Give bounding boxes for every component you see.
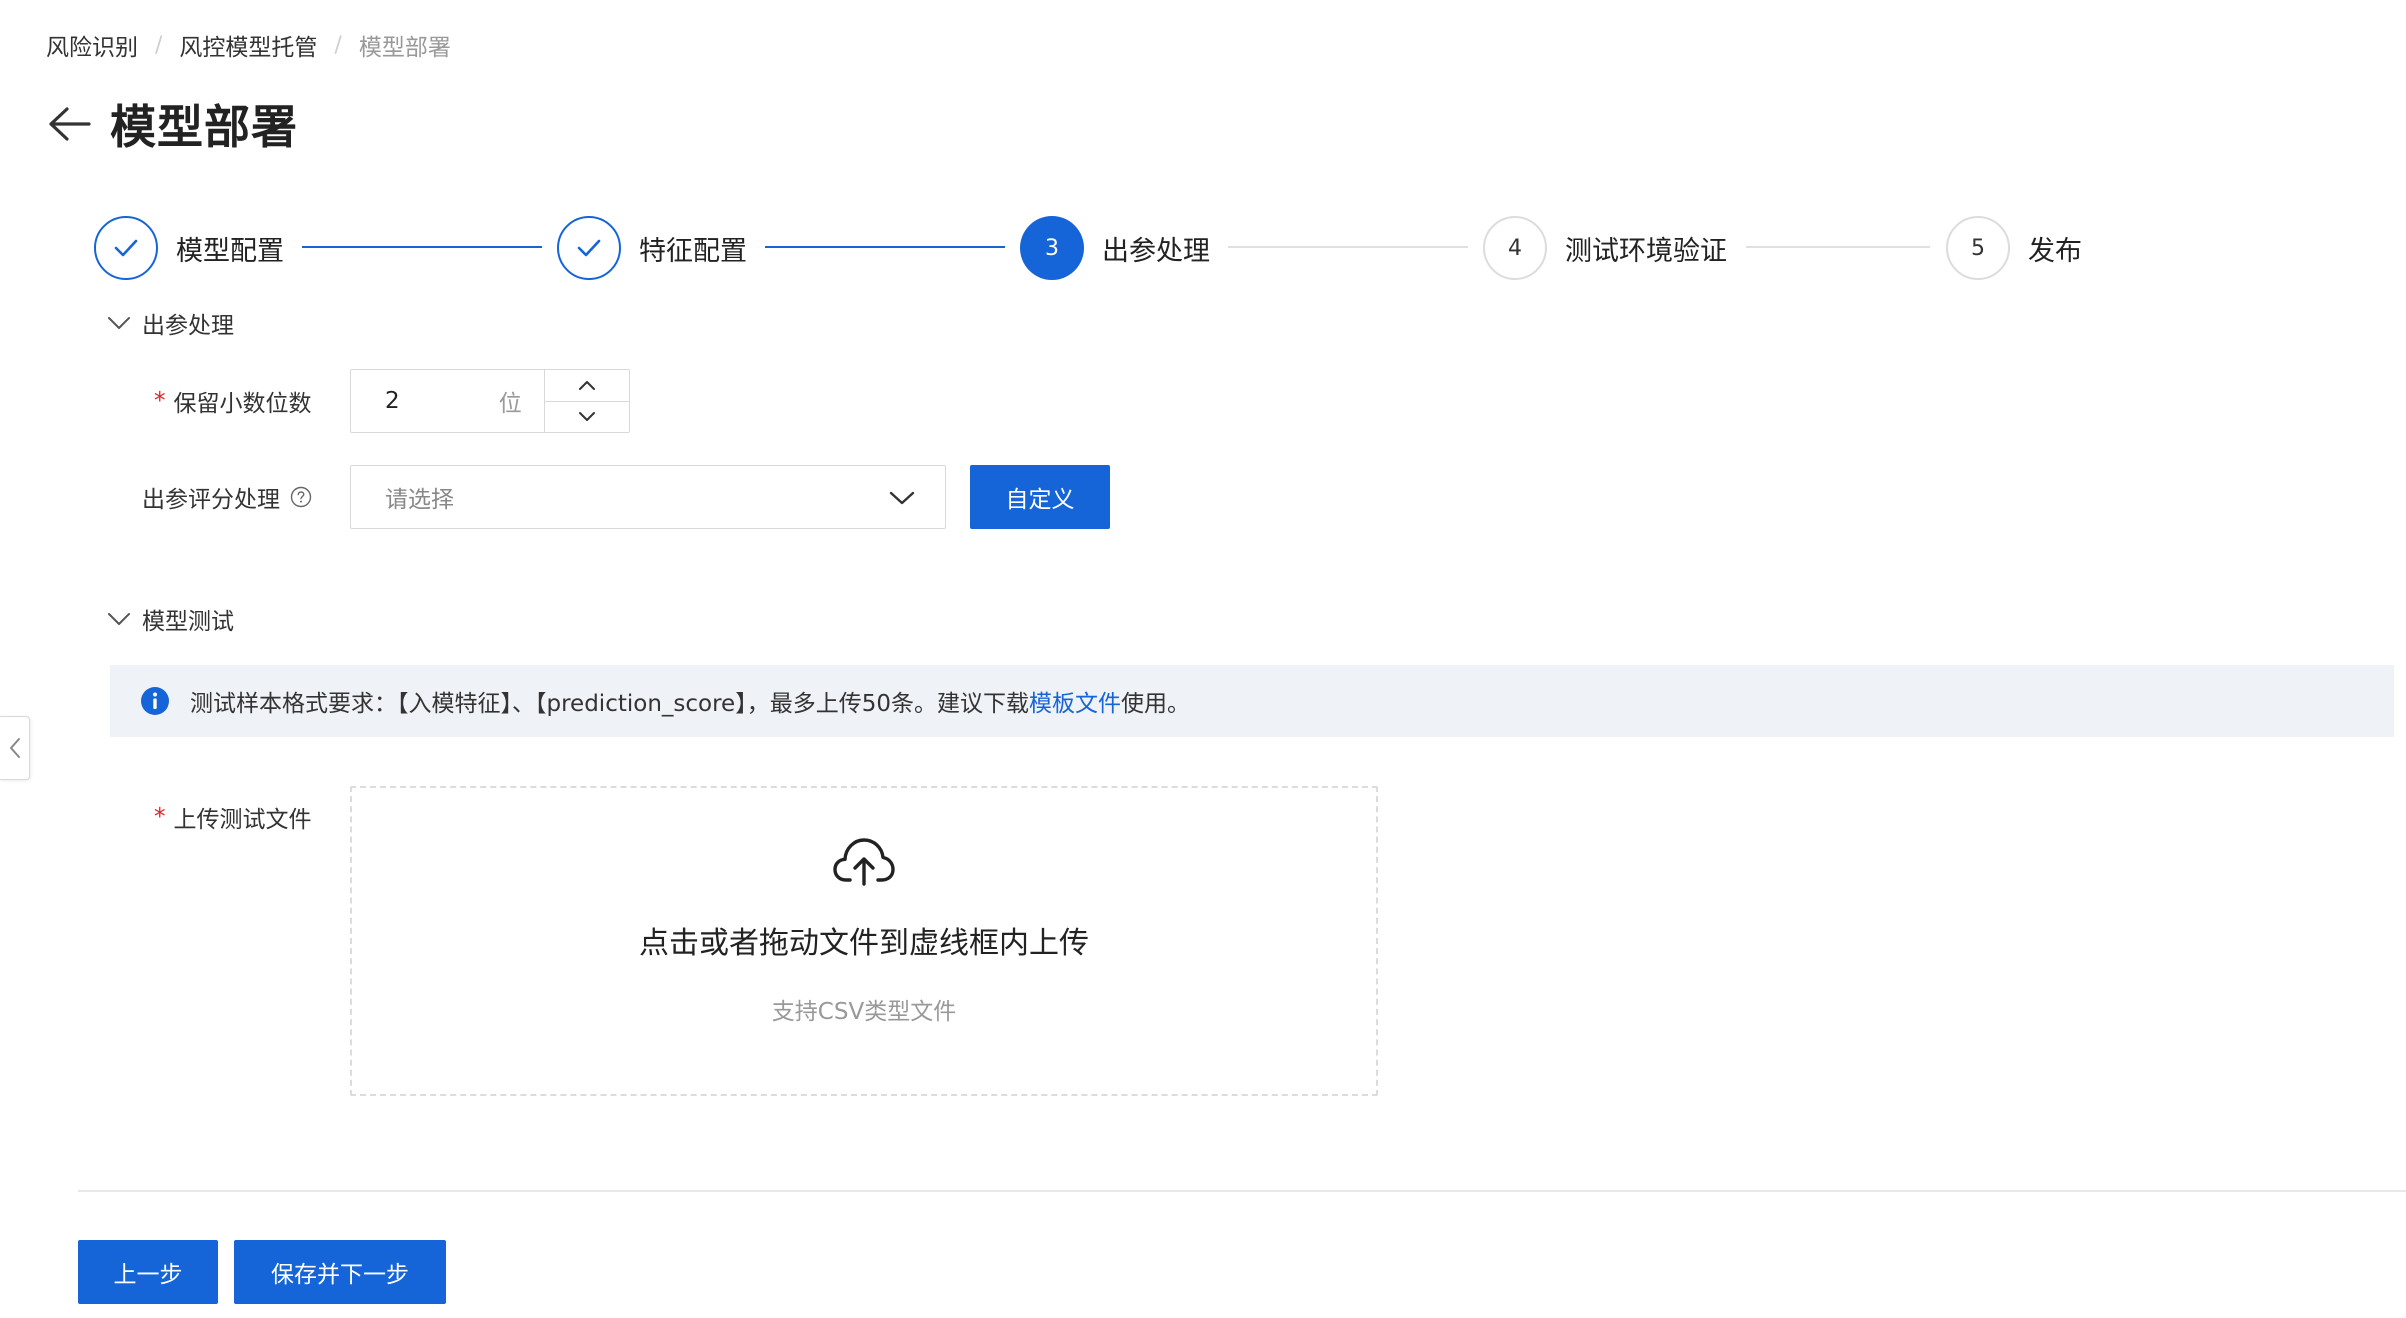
label-text: 上传测试文件 [173,807,312,833]
section-title: 模型测试 [142,609,234,635]
info-banner: 测试样本格式要求：【入模特征】、【prediction_score】，最多上传5… [110,665,2394,737]
chevron-down-icon [106,606,132,632]
step-connector [1746,246,1930,248]
section-title: 出参处理 [142,313,234,339]
breadcrumb-separator: / [334,32,342,58]
label-text: 保留小数位数 [173,391,312,417]
page-title: 模型部署 [110,100,298,154]
save-next-button[interactable]: 保存并下一步 [234,1240,446,1304]
section-header-test[interactable]: 模型测试 [106,602,234,636]
chevron-down-icon [106,310,132,336]
step-output-processing[interactable]: 3 出参处理 [1020,216,1210,280]
step-model-config[interactable]: 模型配置 [94,216,284,280]
upload-hint: 支持CSV类型文件 [771,999,957,1025]
required-mark: * [154,388,166,414]
step-label: 测试环境验证 [1565,235,1727,267]
side-panel-toggle[interactable] [0,716,30,780]
check-icon [114,239,138,257]
step-publish[interactable]: 5 发布 [1946,216,2082,280]
step-number-circle: 3 [1020,216,1084,280]
info-text-suffix: 使用。 [1120,691,1190,717]
score-processing-label: 出参评分处理 [142,480,312,514]
stepper-buttons [543,370,629,433]
select-placeholder: 请选择 [385,487,454,513]
prev-step-button[interactable]: 上一步 [78,1240,218,1304]
step-done-circle [94,216,158,280]
step-connector [765,246,1005,248]
chevron-left-icon [9,738,20,758]
info-text: 测试样本格式要求：【入模特征】、【prediction_score】，最多上传5… [190,691,1029,717]
custom-button[interactable]: 自定义 [970,465,1110,529]
page-header: 模型部署 [46,94,298,154]
step-feature-config[interactable]: 特征配置 [557,216,747,280]
decimal-value: 2 [385,388,400,414]
step-label: 特征配置 [639,235,747,267]
upload-title: 点击或者拖动文件到虚线框内上传 [639,926,1089,961]
check-icon [577,239,601,257]
upload-label: * 上传测试文件 [154,800,312,834]
breadcrumb-item-risk-identification[interactable]: 风险识别 [46,28,138,62]
cloud-upload-icon [833,838,895,886]
decrement-button[interactable] [545,402,629,433]
template-file-link[interactable]: 模板文件 [1029,684,1121,718]
decimal-places-label: * 保留小数位数 [154,384,312,418]
step-number-circle: 5 [1946,216,2010,280]
section-header-output[interactable]: 出参处理 [106,306,234,340]
decimal-places-input[interactable]: 2 位 [351,370,544,432]
step-done-circle [557,216,621,280]
page: 风险识别 / 风控模型托管 / 模型部署 模型部署 模型配置 特征配置 3 出参… [0,0,2406,1318]
step-test-env-verify[interactable]: 4 测试环境验证 [1483,216,1727,280]
decimal-unit: 位 [498,391,522,417]
required-mark: * [154,804,166,830]
breadcrumb-item-current: 模型部署 [358,35,451,61]
info-icon [141,687,169,715]
score-processing-select[interactable]: 请选择 [350,465,946,529]
label-text: 出参评分处理 [142,487,280,513]
breadcrumb: 风险识别 / 风控模型托管 / 模型部署 [46,28,451,62]
breadcrumb-separator: / [155,32,163,58]
step-label: 出参处理 [1102,235,1210,267]
increment-button[interactable] [544,370,629,402]
step-label: 发布 [2028,235,2082,267]
step-number-circle: 4 [1483,216,1547,280]
step-connector [302,246,542,248]
breadcrumb-item-model-hosting[interactable]: 风控模型托管 [179,28,317,62]
footer-divider [78,1190,2406,1192]
file-upload-dropzone[interactable]: 点击或者拖动文件到虚线框内上传 支持CSV类型文件 [350,786,1378,1096]
chevron-up-icon [578,380,595,390]
step-connector [1228,246,1468,248]
arrow-left-icon[interactable] [46,101,92,147]
decimal-places-stepper: 2 位 [350,369,630,433]
step-label: 模型配置 [176,235,284,267]
chevron-down-icon [889,486,915,512]
help-icon[interactable] [290,486,312,508]
chevron-down-icon [578,412,595,422]
